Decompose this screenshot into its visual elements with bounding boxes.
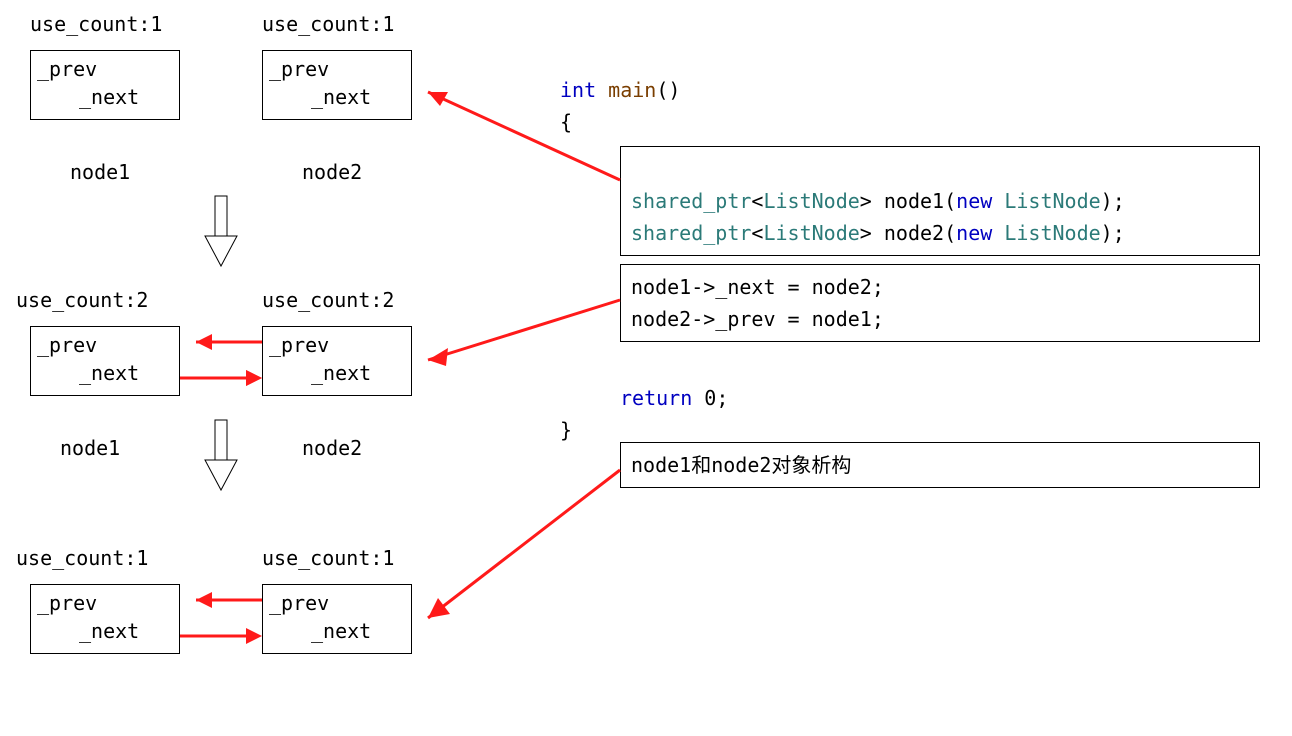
node1-label-stage2: node1 (60, 436, 120, 460)
close-brace: } (560, 418, 572, 442)
node2-label-stage1: node2 (302, 160, 362, 184)
arrow-code-b (428, 300, 620, 360)
down-arrow-1 (205, 196, 237, 266)
code-box-a: shared_ptr<ListNode> node1(new ListNode)… (620, 146, 1260, 256)
next-label: _next (263, 359, 411, 387)
node1-box-stage3: _prev _next (30, 584, 180, 654)
use-count-3b: use_count:1 (262, 546, 394, 570)
prev-label: _prev (31, 585, 179, 617)
use-count-2b: use_count:2 (262, 288, 394, 312)
use-count-2a: use_count:2 (16, 288, 148, 312)
node1-box-stage1: _prev _next (30, 50, 180, 120)
node2-box-stage3: _prev _next (262, 584, 412, 654)
code-box-c: node1和node2对象析构 (620, 442, 1260, 488)
prev-label: _prev (31, 327, 179, 359)
parens: () (656, 78, 680, 102)
prev-label: _prev (263, 51, 411, 83)
main-fn: main (608, 78, 656, 102)
next-label: _next (31, 617, 179, 645)
prev-label: _prev (263, 585, 411, 617)
node2-label-stage2: node2 (302, 436, 362, 460)
next-label: _next (31, 359, 179, 387)
prev-label: _prev (31, 51, 179, 83)
int-kw: int (560, 78, 596, 102)
node1-label-stage1: node1 (70, 160, 130, 184)
use-count-1b: use_count:1 (262, 12, 394, 36)
next-label: _next (263, 83, 411, 111)
next-label: _next (31, 83, 179, 111)
arrow-code-c (428, 470, 620, 618)
use-count-1a: use_count:1 (30, 12, 162, 36)
node2-box-stage2: _prev _next (262, 326, 412, 396)
down-arrow-2 (205, 420, 237, 490)
return-stmt: return 0; (620, 386, 728, 410)
next-label: _next (263, 617, 411, 645)
arrow-code-a (428, 92, 620, 180)
code-box-b: node1->_next = node2; node2->_prev = nod… (620, 264, 1260, 342)
arrows-overlay (0, 0, 1292, 736)
node1-box-stage2: _prev _next (30, 326, 180, 396)
open-brace: { (560, 110, 572, 134)
use-count-3a: use_count:1 (16, 546, 148, 570)
main-signature: int main() (560, 78, 680, 102)
node2-box-stage1: _prev _next (262, 50, 412, 120)
prev-label: _prev (263, 327, 411, 359)
